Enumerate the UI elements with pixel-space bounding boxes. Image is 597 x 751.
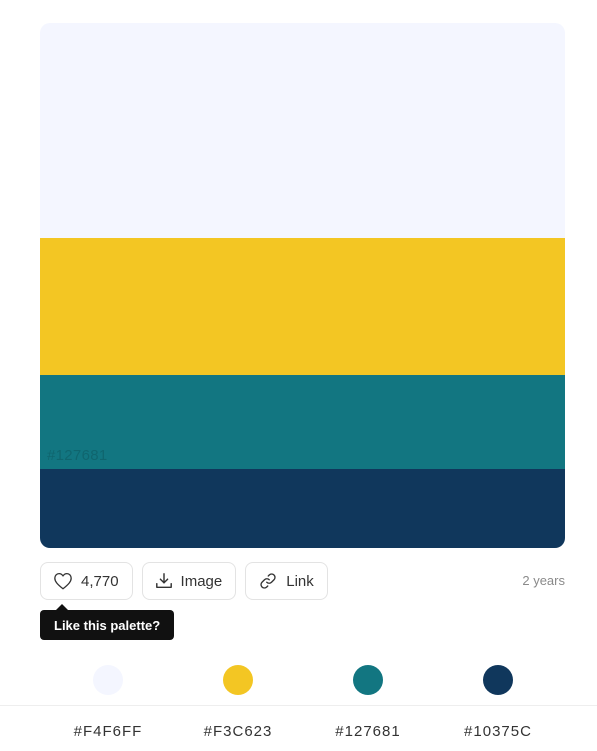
copy-link-button[interactable]: Link bbox=[245, 562, 328, 600]
palette-date: 2 years bbox=[522, 573, 565, 588]
heart-icon bbox=[53, 572, 73, 590]
color-dot-f3c623[interactable] bbox=[223, 665, 253, 695]
like-tooltip: Like this palette? bbox=[40, 604, 175, 640]
hex-code-1[interactable]: #F4F6FF bbox=[48, 723, 168, 740]
swatch-hex-hover-label: #127681 bbox=[47, 447, 108, 464]
tooltip-text: Like this palette? bbox=[54, 617, 161, 633]
palette-page: #127681 4,770 Image Link 2 years Like th… bbox=[0, 0, 597, 751]
swatch-f4f6ff[interactable] bbox=[40, 23, 565, 238]
image-label: Image bbox=[180, 572, 223, 590]
hex-code-3[interactable]: #127681 bbox=[308, 723, 428, 740]
download-image-button[interactable]: Image bbox=[141, 562, 237, 600]
like-count: 4,770 bbox=[81, 572, 119, 590]
palette-actions: 4,770 Image Link bbox=[40, 562, 328, 600]
color-dot-127681[interactable] bbox=[353, 665, 383, 695]
link-label: Link bbox=[286, 572, 314, 590]
link-icon bbox=[258, 571, 278, 591]
hex-code-2[interactable]: #F3C623 bbox=[178, 723, 298, 740]
palette-card: #127681 bbox=[40, 23, 565, 548]
color-dots bbox=[0, 665, 597, 695]
divider bbox=[0, 705, 597, 706]
download-icon bbox=[155, 572, 173, 590]
color-dot-10375c[interactable] bbox=[483, 665, 513, 695]
color-dot-f4f6ff[interactable] bbox=[93, 665, 123, 695]
swatch-f3c623[interactable] bbox=[40, 238, 565, 375]
hex-code-4[interactable]: #10375C bbox=[438, 723, 558, 740]
hex-codes: #F4F6FF #F3C623 #127681 #10375C bbox=[0, 723, 597, 743]
swatch-10375c[interactable] bbox=[40, 469, 565, 548]
swatch-127681[interactable]: #127681 bbox=[40, 375, 565, 469]
like-button[interactable]: 4,770 bbox=[40, 562, 133, 600]
